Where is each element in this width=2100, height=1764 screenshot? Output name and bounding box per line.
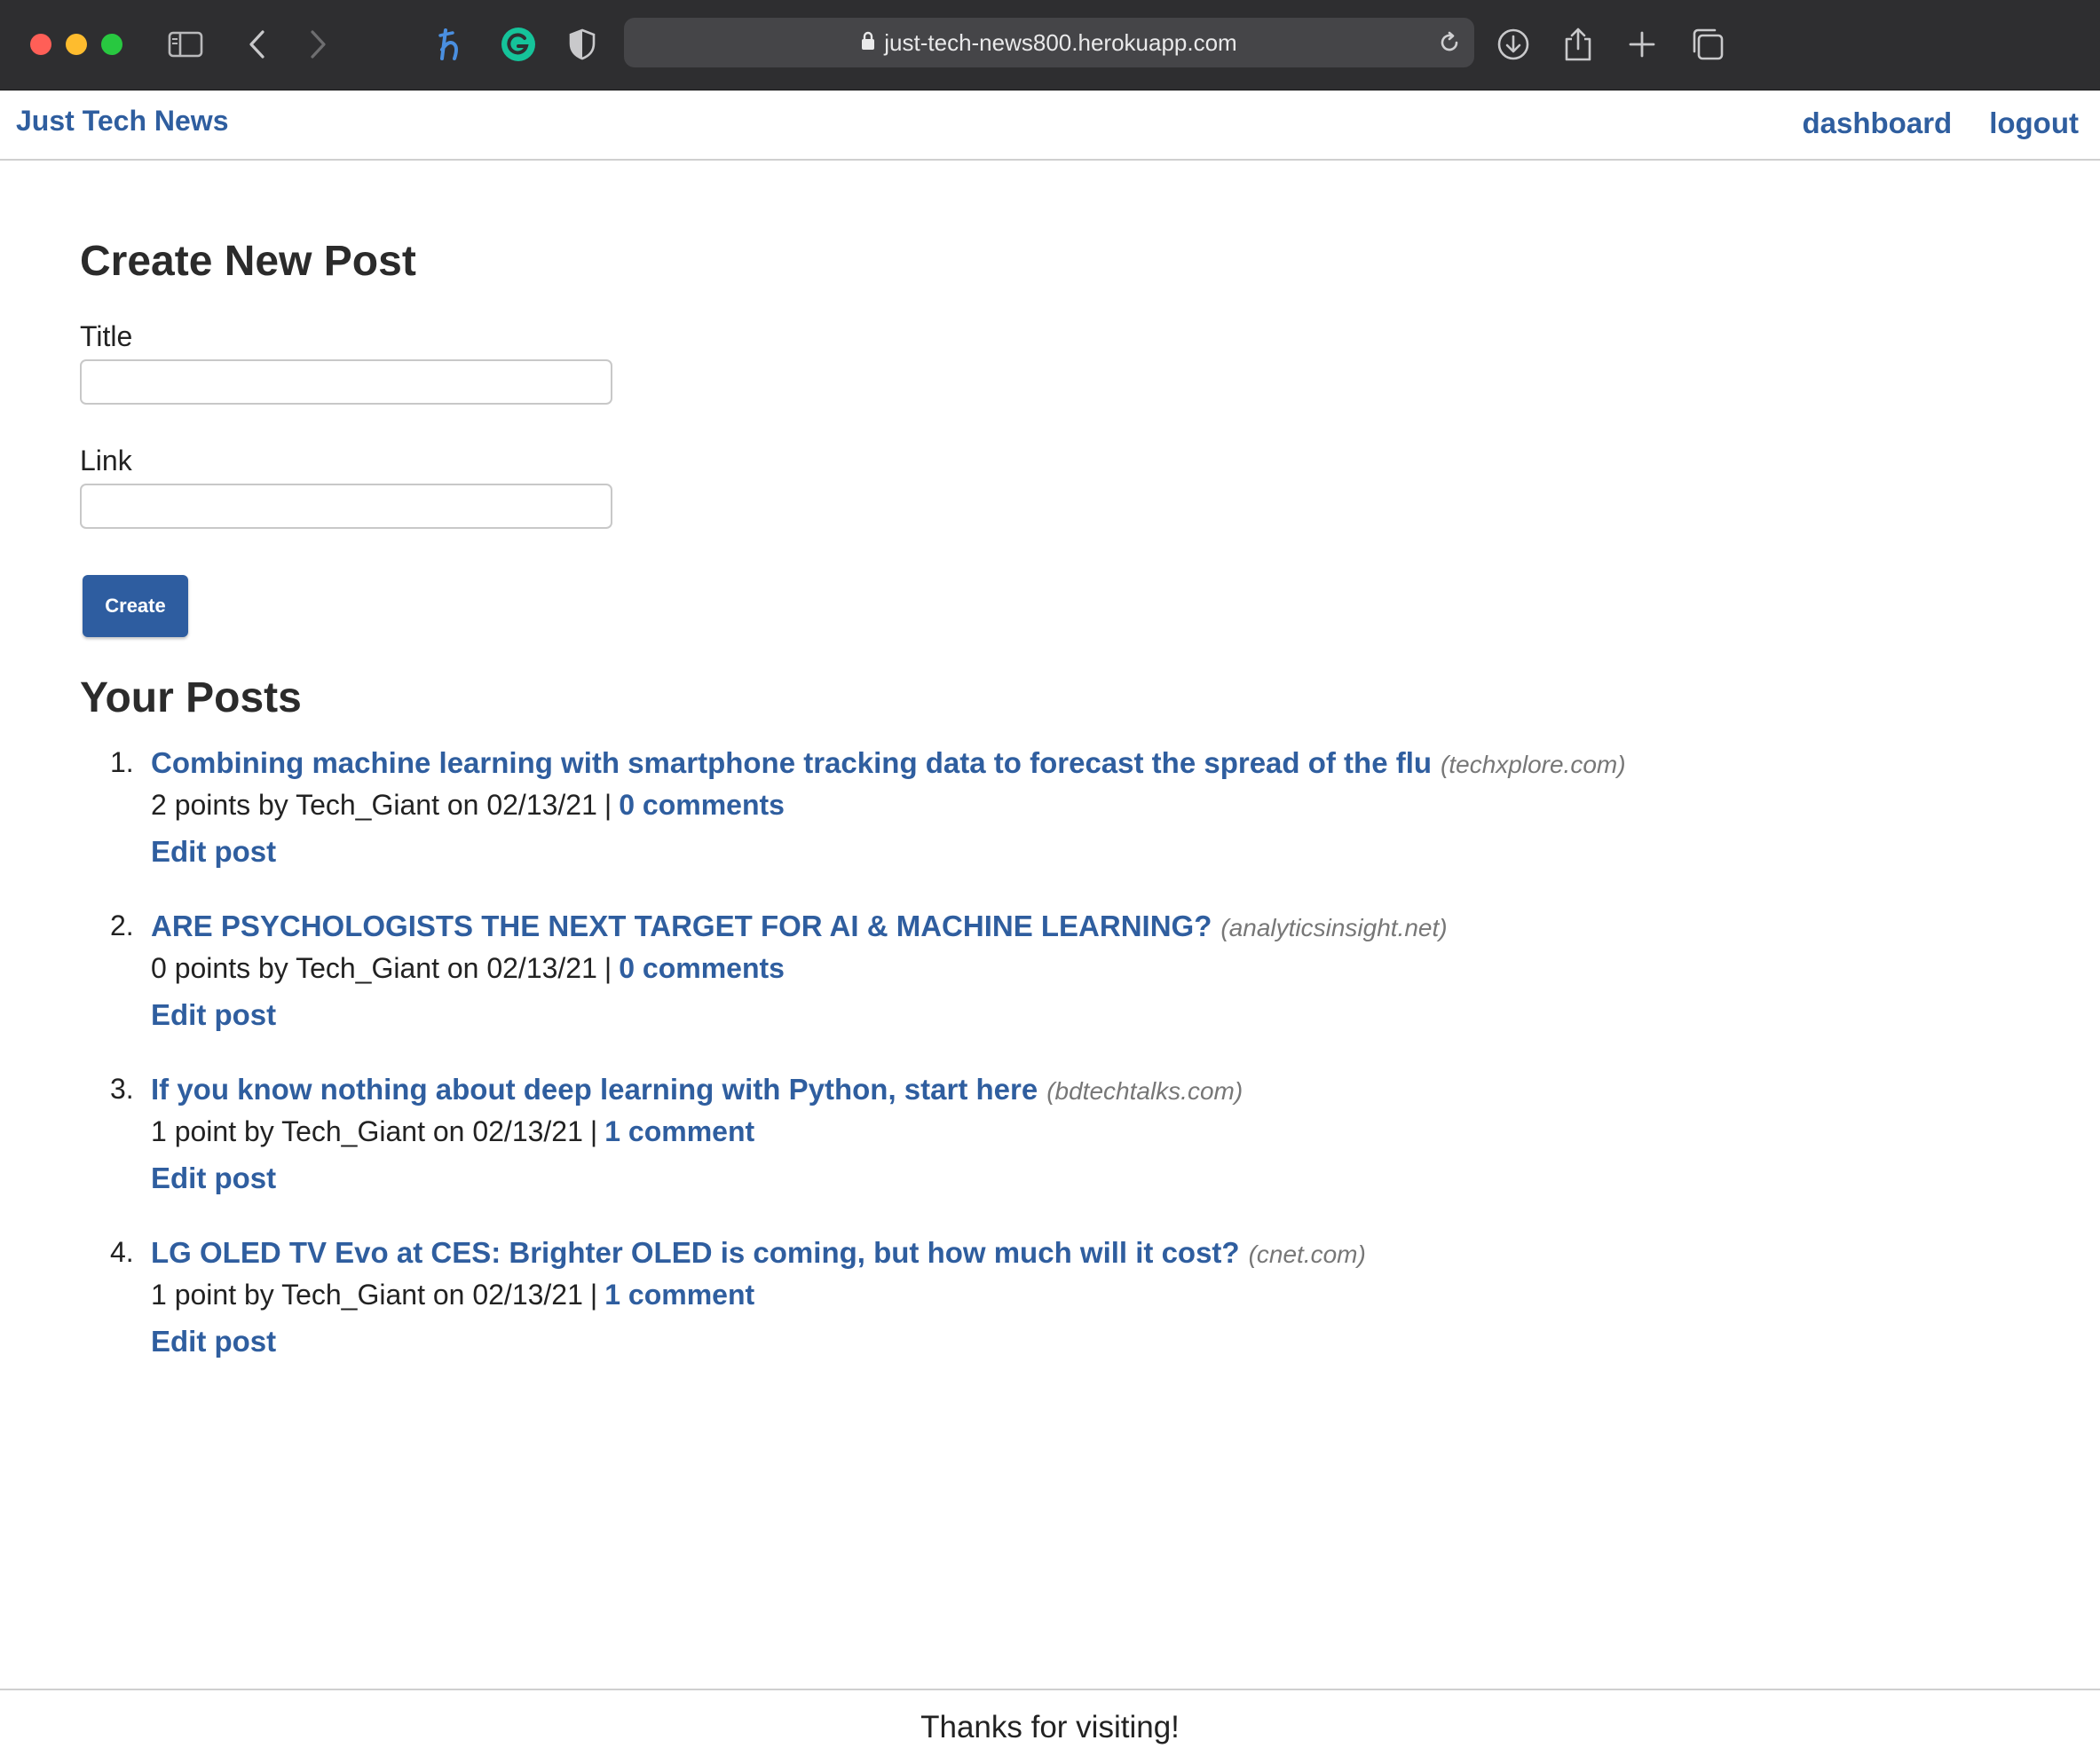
post-number: 3. <box>110 1073 134 1105</box>
post-item: 2. ARE PSYCHOLOGISTS THE NEXT TARGET FOR… <box>110 910 1448 1032</box>
site-footer: Thanks for visiting! <box>0 1689 2100 1764</box>
footer-text: Thanks for visiting! <box>920 1709 1180 1744</box>
post-meta: 1 point by Tech_Giant on 02/13/21 <box>151 1279 583 1311</box>
post-title-link[interactable]: Combining machine learning with smartpho… <box>151 746 1432 779</box>
close-window-button[interactable] <box>30 34 51 55</box>
url-text: just-tech-news800.herokuapp.com <box>884 28 1237 56</box>
browser-toolbar: just-tech-news800.herokuapp.com <box>0 0 2100 91</box>
post-number: 2. <box>110 910 134 941</box>
nav-dashboard-link[interactable]: dashboard <box>1803 106 1953 140</box>
post-meta: 0 points by Tech_Giant on 02/13/21 <box>151 952 597 984</box>
your-posts-heading: Your Posts <box>80 674 302 721</box>
post-comments-link[interactable]: 0 comments <box>619 952 785 984</box>
post-title-link[interactable]: ARE PSYCHOLOGISTS THE NEXT TARGET FOR AI… <box>151 910 1212 942</box>
edit-post-link[interactable]: Edit post <box>151 1325 276 1358</box>
edit-post-link[interactable]: Edit post <box>151 1162 276 1195</box>
post-comments-link[interactable]: 1 comment <box>604 1279 754 1311</box>
post-item: 4. LG OLED TV Evo at CES: Brighter OLED … <box>110 1236 1366 1358</box>
post-title-link[interactable]: If you know nothing about deep learning … <box>151 1073 1038 1106</box>
share-icon[interactable] <box>1557 23 1599 66</box>
edit-post-link[interactable]: Edit post <box>151 998 276 1032</box>
forward-icon[interactable] <box>296 23 339 66</box>
shield-icon[interactable] <box>561 23 604 66</box>
post-comments-link[interactable]: 1 comment <box>604 1115 754 1147</box>
grammarly-extension-icon[interactable] <box>497 23 540 66</box>
reload-icon[interactable] <box>1437 30 1462 55</box>
create-post-heading: Create New Post <box>80 238 416 285</box>
post-number: 4. <box>110 1236 134 1268</box>
create-button[interactable]: Create <box>83 575 188 637</box>
post-item: 3. If you know nothing about deep learni… <box>110 1073 1243 1195</box>
edit-post-link[interactable]: Edit post <box>151 835 276 869</box>
post-domain: (techxplore.com) <box>1441 751 1626 778</box>
honey-extension-icon[interactable] <box>430 23 472 66</box>
nav-logout-link[interactable]: logout <box>1989 106 2079 140</box>
post-meta: 2 points by Tech_Giant on 02/13/21 <box>151 789 597 821</box>
post-domain: (cnet.com) <box>1248 1240 1366 1268</box>
tab-overview-icon[interactable] <box>1686 23 1729 66</box>
back-icon[interactable] <box>236 23 279 66</box>
post-title-link[interactable]: LG OLED TV Evo at CES: Brighter OLED is … <box>151 1236 1240 1269</box>
post-comments-link[interactable]: 0 comments <box>619 789 785 821</box>
downloads-icon[interactable] <box>1492 23 1535 66</box>
link-label: Link <box>80 445 132 476</box>
main-nav: dashboard logout <box>1803 106 2080 140</box>
sidebar-toggle-icon[interactable] <box>164 23 207 66</box>
post-meta: 1 point by Tech_Giant on 02/13/21 <box>151 1115 583 1147</box>
title-label: Title <box>80 320 133 352</box>
post-domain: (bdtechtalks.com) <box>1046 1077 1243 1105</box>
site-brand-link[interactable]: Just Tech News <box>16 105 228 138</box>
minimize-window-button[interactable] <box>66 34 87 55</box>
post-domain: (analyticsinsight.net) <box>1220 914 1448 941</box>
link-input[interactable] <box>80 484 612 529</box>
site-header: Just Tech News dashboard logout <box>0 91 2100 161</box>
title-input[interactable] <box>80 359 612 405</box>
address-bar[interactable]: just-tech-news800.herokuapp.com <box>624 18 1474 67</box>
lock-icon <box>861 29 875 57</box>
post-item: 1. Combining machine learning with smart… <box>110 746 1626 869</box>
zoom-window-button[interactable] <box>101 34 122 55</box>
post-number: 1. <box>110 746 134 778</box>
new-tab-icon[interactable] <box>1621 23 1663 66</box>
